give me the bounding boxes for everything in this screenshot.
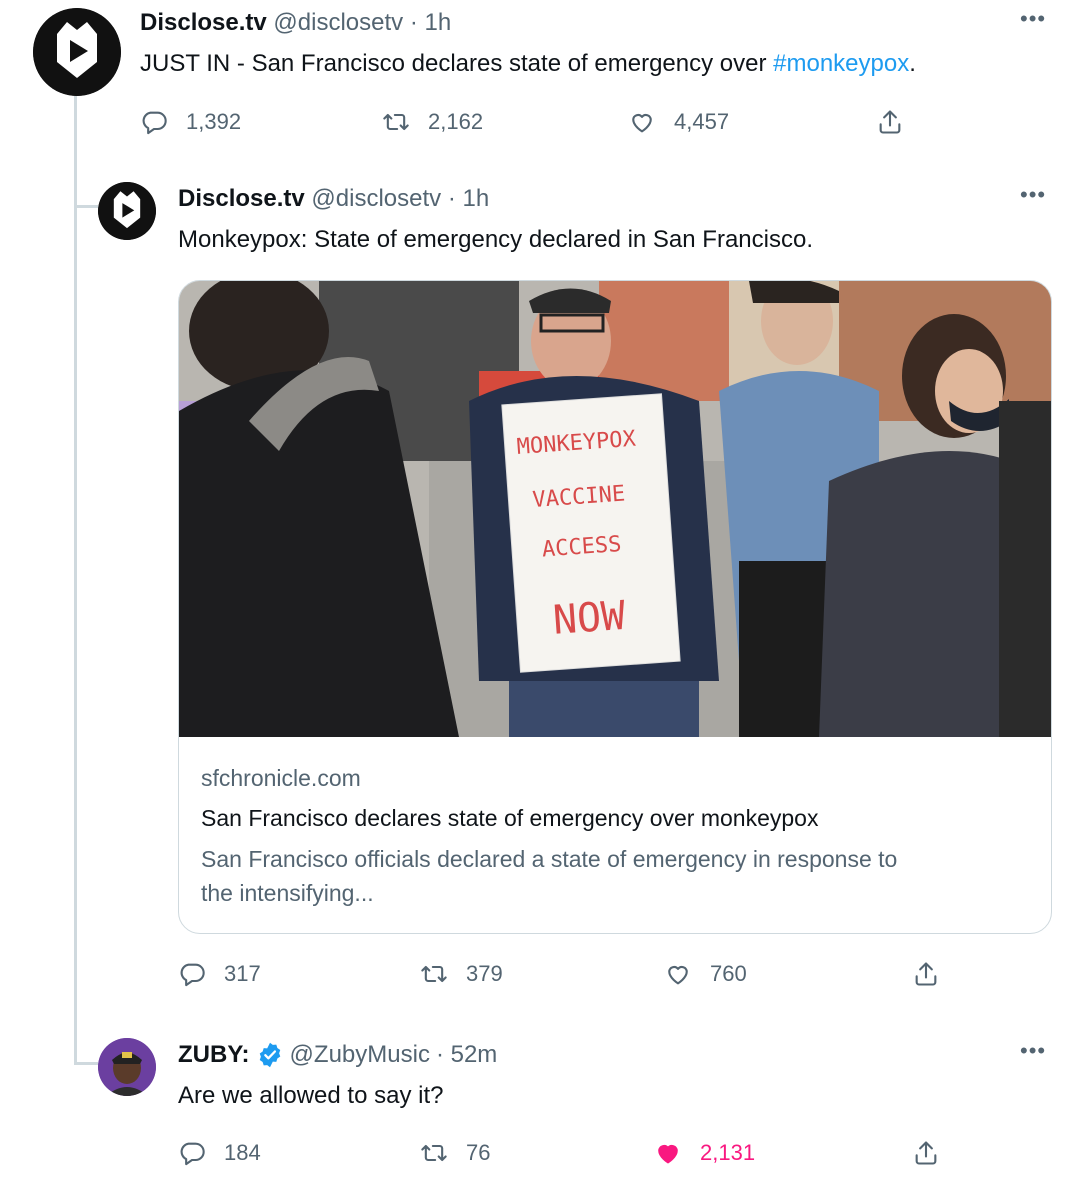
retweet-icon	[383, 113, 409, 131]
more-icon[interactable]: •••	[1020, 184, 1046, 206]
author-name[interactable]: ZUBY:	[178, 1040, 250, 1070]
author-name[interactable]: Disclose.tv	[140, 9, 267, 36]
tweet-text: Monkeypox: State of emergency declared i…	[178, 226, 813, 253]
reply-icon	[180, 1142, 205, 1166]
disclose-logo-icon	[98, 182, 156, 240]
thread-connector	[74, 205, 98, 208]
like-icon	[658, 1144, 678, 1164]
tweet-text: Are we allowed to say it?	[178, 1082, 444, 1109]
author-handle[interactable]: @ZubyMusic	[290, 1040, 430, 1070]
retweet-icon	[421, 1144, 447, 1162]
card-description-line1: San Francisco officials declared a state…	[201, 846, 898, 872]
like-icon	[668, 965, 688, 985]
tweet-text: JUST IN - San Francisco declares state o…	[140, 48, 916, 80]
share-button[interactable]	[912, 1139, 958, 1167]
reply-button[interactable]: 184	[178, 1139, 261, 1167]
author-handle[interactable]: @disclosetv	[311, 185, 441, 212]
retweet-button[interactable]: 76	[420, 1139, 490, 1167]
retweet-button[interactable]: 379	[420, 960, 503, 988]
retweet-count: 76	[466, 1140, 491, 1165]
reply-button[interactable]: 1,392	[140, 108, 241, 136]
verified-badge-icon	[259, 1042, 280, 1068]
share-icon	[879, 110, 901, 134]
reply-icon	[180, 963, 205, 987]
protest-photo: MONKEYPOX VACCINE ACCESS NOW	[179, 281, 1051, 737]
retweet-count: 2,162	[428, 109, 484, 134]
reply-count: 1,392	[186, 109, 242, 134]
reply-icon	[142, 111, 167, 135]
thread-connector	[74, 1062, 98, 1065]
link-card[interactable]: MONKEYPOX VACCINE ACCESS NOW sfchronicle…	[178, 280, 1052, 934]
card-image[interactable]: MONKEYPOX VACCINE ACCESS NOW	[179, 281, 1051, 737]
author-handle[interactable]: @disclosetv	[273, 9, 403, 36]
card-description-line2: the intensifying...	[201, 880, 374, 906]
reply-button[interactable]: 317	[178, 960, 261, 988]
like-button[interactable]: 4,457	[628, 108, 729, 136]
more-icon[interactable]: •••	[1020, 1040, 1046, 1062]
disclose-logo-icon	[33, 8, 121, 96]
reply-count: 317	[224, 961, 261, 986]
share-icon	[915, 1141, 937, 1165]
like-icon	[632, 113, 652, 133]
zuby-avatar-image	[98, 1038, 156, 1096]
tweet-text-suffix: .	[909, 50, 916, 77]
retweet-count: 379	[466, 961, 503, 986]
thread-line	[74, 96, 77, 1064]
avatar[interactable]	[33, 8, 121, 96]
retweet-button[interactable]: 2,162	[382, 108, 483, 136]
retweet-icon	[421, 965, 447, 983]
like-button[interactable]: 2,131	[654, 1139, 755, 1167]
like-count: 2,131	[700, 1140, 756, 1165]
avatar[interactable]	[98, 1038, 156, 1096]
card-domain: sfchronicle.com	[201, 765, 361, 791]
more-icon[interactable]: •••	[1020, 8, 1046, 30]
timestamp[interactable]: · 1h	[448, 185, 489, 212]
like-button[interactable]: 760	[664, 960, 747, 988]
card-title: San Francisco declares state of emergenc…	[201, 805, 819, 831]
like-count: 760	[710, 961, 747, 986]
tweet-text-prefix: JUST IN - San Francisco declares state o…	[140, 50, 774, 77]
sign-text-line4: NOW	[551, 593, 627, 644]
reply-count: 184	[224, 1140, 261, 1165]
hashtag-link[interactable]: #monkeypox	[773, 50, 909, 77]
share-icon	[915, 962, 937, 986]
avatar[interactable]	[98, 182, 156, 240]
like-count: 4,457	[674, 109, 730, 134]
timestamp[interactable]: · 52m	[436, 1040, 497, 1070]
share-button[interactable]	[912, 960, 958, 988]
author-name[interactable]: Disclose.tv	[178, 185, 305, 212]
share-button[interactable]	[876, 108, 922, 136]
timestamp[interactable]: · 1h	[410, 9, 451, 36]
